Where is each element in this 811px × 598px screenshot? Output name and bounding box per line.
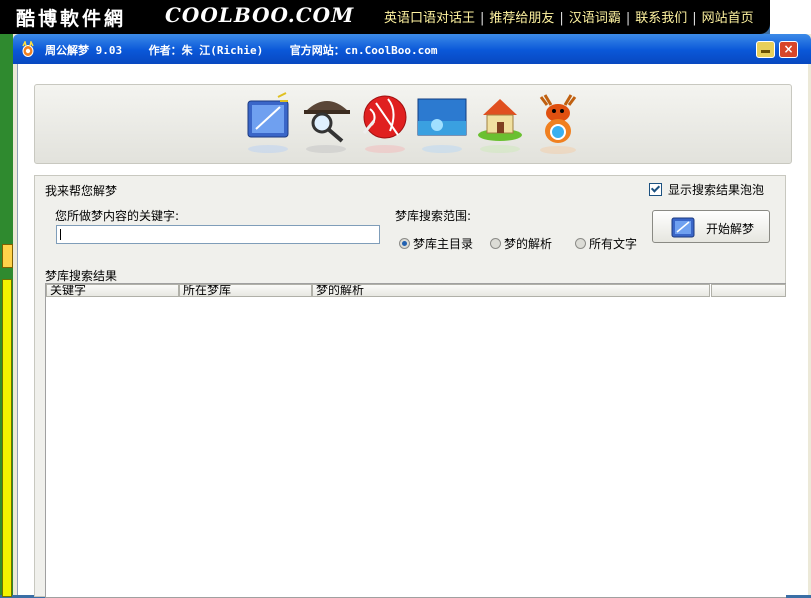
start-interpret-button[interactable]: 开始解梦 [652, 210, 770, 243]
brand-chinese-logo: 酷博軟件網 [16, 8, 127, 30]
radio-icon [575, 238, 586, 249]
brand-english-logo: COOLBOO.COM [165, 3, 355, 27]
close-button[interactable]: × [779, 41, 798, 58]
landscape-icon[interactable] [415, 91, 469, 157]
author-label: 作者：朱 江(Richie) [148, 44, 264, 57]
icon-toolbar [34, 84, 792, 164]
results-label: 梦库搜索结果 [45, 269, 118, 283]
left-background-strip [0, 34, 13, 597]
link-home-page[interactable]: 网站首页 [702, 11, 754, 26]
title-text: 周公解梦 9.03 作者：朱 江(Richie) 官方网站：cn.CoolBoo… [45, 42, 437, 58]
left-scroll-bar[interactable] [2, 279, 12, 597]
show-bubble-label: 显示搜索结果泡泡 [668, 183, 765, 197]
scope-radio-analysis-label: 梦的解析 [504, 237, 553, 251]
desktop-background [770, 0, 811, 34]
dream-panel: 我来帮您解梦 显示搜索结果泡泡 您所做梦内容的关键字: 梦库搜索范围: 梦库主目… [34, 175, 786, 598]
scope-radio-main-label: 梦库主目录 [413, 237, 474, 251]
scope-label: 梦库搜索范围: [395, 209, 472, 223]
link-contact-us[interactable]: 联系我们 [635, 11, 687, 26]
detective-icon[interactable] [300, 91, 354, 157]
dream-book-icon[interactable] [242, 91, 296, 157]
scope-radio-analysis[interactable]: 梦的解析 [490, 235, 552, 252]
scope-radio-all-text-label: 所有文字 [589, 237, 638, 251]
app-window: 周公解梦 9.03 作者：朱 江(Richie) 官方网站：cn.CoolBoo… [13, 34, 811, 598]
keyword-input[interactable] [56, 225, 380, 244]
banner-links: 英语口语对话王 | 推荐给朋友 | 汉语词霸 | 联系我们 | 网站首页 [384, 11, 754, 26]
link-chinese-dictionary[interactable]: 汉语词霸 [569, 11, 621, 26]
column-header-keyword[interactable]: 关键字 [46, 284, 179, 297]
scope-radio-all-text[interactable]: 所有文字 [575, 235, 637, 252]
minimize-button[interactable] [756, 41, 775, 58]
checkbox-checked-icon[interactable] [649, 183, 662, 196]
moose-icon[interactable] [531, 91, 585, 157]
cottage-icon[interactable] [473, 91, 527, 157]
globe-icon[interactable] [358, 91, 412, 157]
left-highlight-tab [2, 244, 13, 268]
link-recommend-friend[interactable]: 推荐给朋友 [489, 11, 554, 26]
scope-radio-main[interactable]: 梦库主目录 [399, 235, 473, 252]
column-header-library[interactable]: 所在梦库 [179, 284, 312, 297]
group-label: 我来帮您解梦 [45, 184, 118, 198]
results-table[interactable]: 关键字 所在梦库 梦的解析 [45, 283, 786, 598]
title-bar[interactable]: 周公解梦 9.03 作者：朱 江(Richie) 官方网站：cn.CoolBoo… [13, 34, 811, 64]
app-icon [22, 41, 34, 57]
website-label: 官方网站：cn.CoolBoo.com [289, 44, 438, 57]
banner: 酷博軟件網 COOLBOO.COM 英语口语对话王 | 推荐给朋友 | 汉语词霸 | 联系我… [0, 0, 770, 34]
show-bubble-checkbox[interactable]: 显示搜索结果泡泡 [649, 181, 764, 198]
link-english-oral[interactable]: 英语口语对话王 [384, 11, 475, 26]
column-header-analysis[interactable]: 梦的解析 [312, 284, 710, 297]
start-button-label: 开始解梦 [706, 222, 755, 236]
radio-selected-icon [399, 238, 410, 249]
radio-icon [490, 238, 501, 249]
app-name: 周公解梦 9.03 [45, 44, 123, 57]
keyword-label: 您所做梦内容的关键字: [55, 209, 180, 223]
column-header-extra[interactable] [711, 284, 786, 297]
window-body: 我来帮您解梦 显示搜索结果泡泡 您所做梦内容的关键字: 梦库搜索范围: 梦库主目… [17, 64, 808, 598]
dream-book-icon [671, 217, 695, 238]
